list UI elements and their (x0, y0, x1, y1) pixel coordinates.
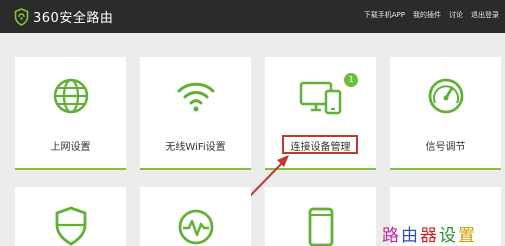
phone-icon (308, 207, 333, 246)
watermark-char: 设 (439, 226, 458, 246)
tile-signal-adjust[interactable]: 信号调节 (390, 57, 501, 170)
my-plugins-link[interactable]: 我的插件 (413, 10, 441, 20)
tile-monitor[interactable] (140, 187, 251, 246)
shield-logo-icon (14, 7, 29, 26)
highlight-box (282, 135, 358, 154)
tile-security[interactable] (15, 187, 126, 246)
discussion-link[interactable]: 讨论 (449, 10, 463, 20)
brand-name: 360安全路由 (33, 11, 114, 26)
shield-icon (55, 206, 86, 246)
wifi-icon (177, 82, 214, 112)
watermark-char: 置 (458, 226, 477, 246)
tile-internet-settings[interactable]: 上网设置 (15, 57, 126, 170)
tile-label: 上网设置 (50, 142, 91, 153)
brand-logo[interactable]: 360安全路由 (14, 7, 113, 26)
logout-link[interactable]: 退出登录 (471, 10, 499, 20)
tile-label: 信号调节 (425, 142, 466, 153)
tile-mobile[interactable] (265, 187, 376, 246)
devices-icon (299, 81, 341, 115)
notification-badge: 1 (344, 73, 358, 87)
globe-icon (53, 78, 88, 114)
watermark-char: 由 (401, 226, 420, 246)
watermark: 路由器设置 (382, 221, 477, 246)
watermark-char: 路 (382, 226, 401, 246)
watermark-char: 器 (420, 226, 439, 246)
pulse-icon (178, 209, 213, 245)
tile-label: 无线WiFi设置 (165, 142, 226, 153)
top-bar: 360安全路由 下载手机APP 我的插件 讨论 退出登录 (0, 0, 505, 33)
top-nav: 下载手机APP 我的插件 讨论 退出登录 (364, 10, 499, 20)
download-app-link[interactable]: 下载手机APP (364, 10, 405, 20)
tile-wifi-settings[interactable]: 无线WiFi设置 (140, 57, 251, 170)
signal-gauge-icon (428, 78, 463, 114)
